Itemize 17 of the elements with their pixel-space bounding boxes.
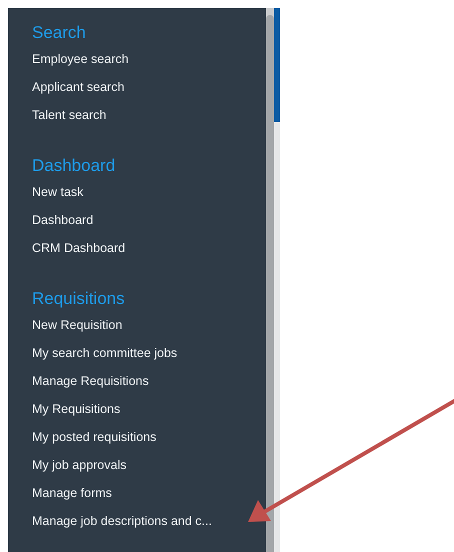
- section-heading: Requisitions: [32, 288, 125, 310]
- sidebar-link[interactable]: Manage job descriptions and c...: [32, 512, 212, 530]
- sidebar-link[interactable]: Talent search: [32, 106, 106, 124]
- sidebar-link[interactable]: Dashboard: [32, 210, 94, 230]
- sidebar-link[interactable]: CRM Dashboard: [32, 238, 126, 258]
- sidebar-link[interactable]: Manage Requisitions: [32, 372, 149, 390]
- sidebar-link[interactable]: New Requisition: [32, 316, 122, 334]
- sidebar-link[interactable]: Employee search: [32, 50, 129, 68]
- sidebar-link[interactable]: My posted requisitions: [32, 428, 156, 446]
- sidebar-link[interactable]: New task: [32, 182, 84, 202]
- sidebar-link[interactable]: My job approvals: [32, 456, 126, 474]
- section-heading: Dashboard: [32, 155, 116, 177]
- sidebar-link[interactable]: My search committee jobs: [32, 344, 178, 362]
- sidebar-link[interactable]: Applicant search: [32, 78, 124, 96]
- section-heading: Search: [32, 22, 86, 44]
- sidebar-link[interactable]: Manage forms: [32, 484, 112, 502]
- sidebar-link[interactable]: My Requisitions: [32, 400, 120, 418]
